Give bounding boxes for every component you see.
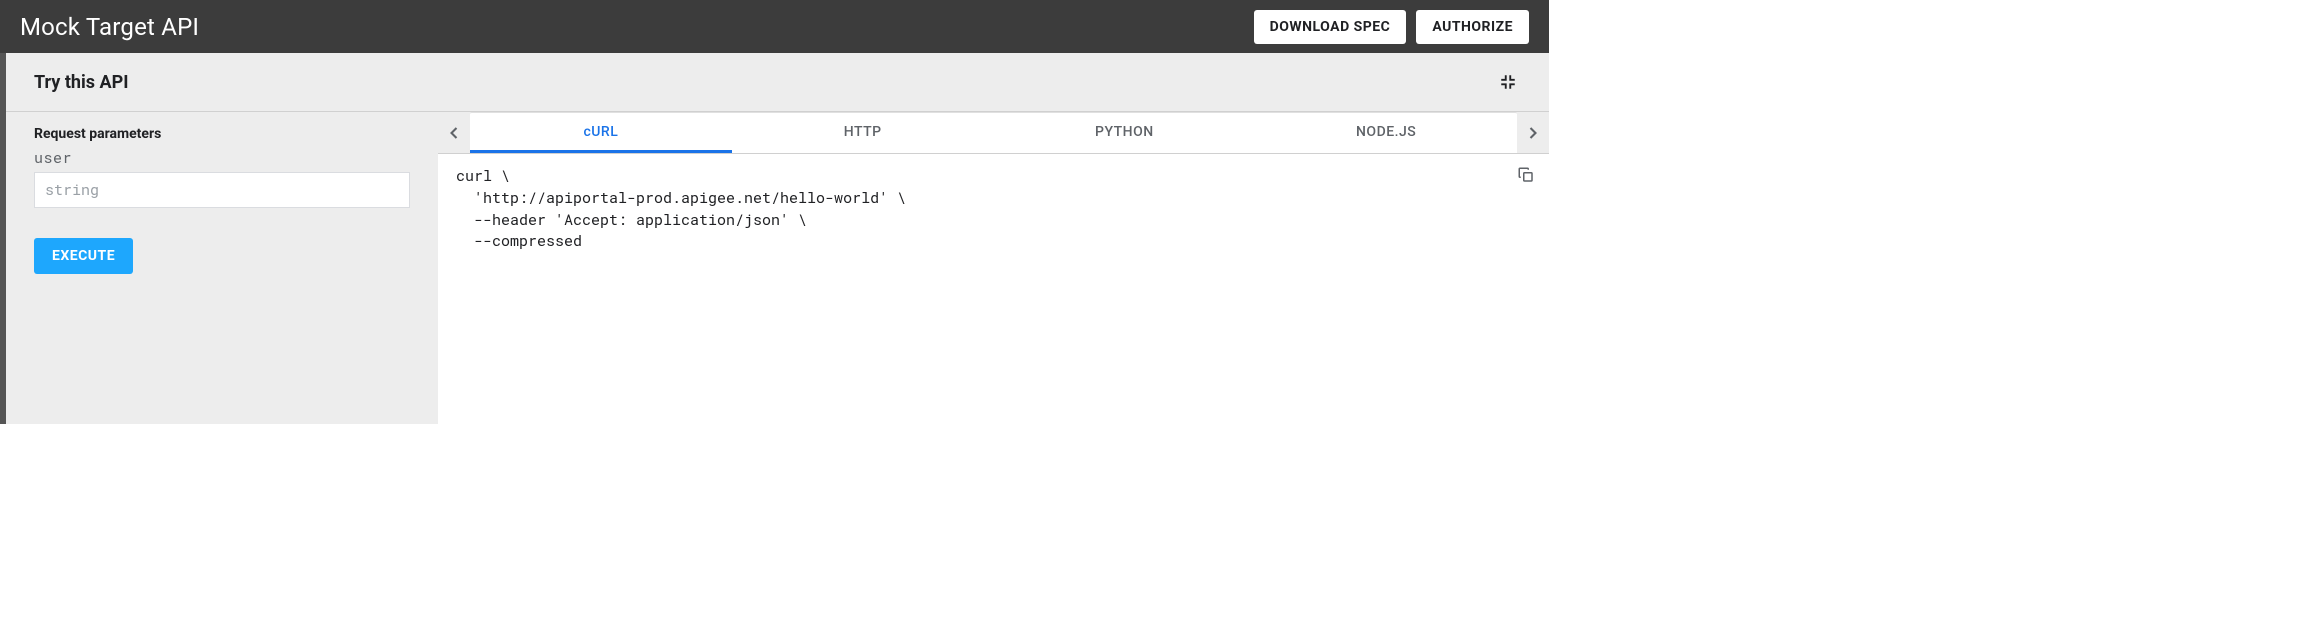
request-parameters-column: Request parameters user EXECUTE <box>6 112 438 424</box>
copy-icon <box>1517 166 1535 184</box>
code-sample-column: cURL HTTP PYTHON NODE.JS <box>438 112 1549 424</box>
header-actions: DOWNLOAD SPEC AUTHORIZE <box>1254 10 1529 44</box>
try-api-panel: Try this API Request parameters user EXE… <box>0 53 1549 424</box>
code-tabs-row: cURL HTTP PYTHON NODE.JS <box>438 112 1549 154</box>
collapse-icon <box>1499 73 1517 91</box>
param-name-user: user <box>34 148 410 168</box>
tab-python[interactable]: PYTHON <box>994 113 1256 153</box>
chevron-right-icon <box>1523 123 1543 143</box>
authorize-button[interactable]: AUTHORIZE <box>1416 10 1529 44</box>
download-spec-button[interactable]: DOWNLOAD SPEC <box>1254 10 1407 44</box>
page-title: Mock Target API <box>20 13 199 41</box>
tab-http[interactable]: HTTP <box>732 113 994 153</box>
tab-nodejs[interactable]: NODE.JS <box>1255 113 1517 153</box>
panel-body: Request parameters user EXECUTE cURL HTT… <box>6 112 1549 424</box>
code-sample-area: curl \ 'http://apiportal-prod.apigee.net… <box>438 154 1549 424</box>
chevron-left-icon <box>444 123 464 143</box>
panel-title: Try this API <box>34 72 128 93</box>
tabs-scroll-left-button[interactable] <box>438 112 470 153</box>
collapse-button[interactable] <box>1495 69 1521 95</box>
tabs-scroll-right-button[interactable] <box>1517 112 1549 153</box>
panel-header: Try this API <box>6 53 1549 112</box>
tab-curl[interactable]: cURL <box>470 113 732 153</box>
code-sample-text: curl \ 'http://apiportal-prod.apigee.net… <box>456 166 1531 253</box>
execute-button[interactable]: EXECUTE <box>34 238 133 274</box>
header-bar: Mock Target API DOWNLOAD SPEC AUTHORIZE <box>0 0 1549 53</box>
param-input-user[interactable] <box>34 172 410 208</box>
request-parameters-label: Request parameters <box>34 126 410 142</box>
copy-code-button[interactable] <box>1513 162 1539 188</box>
tabs-container: cURL HTTP PYTHON NODE.JS <box>470 112 1517 153</box>
